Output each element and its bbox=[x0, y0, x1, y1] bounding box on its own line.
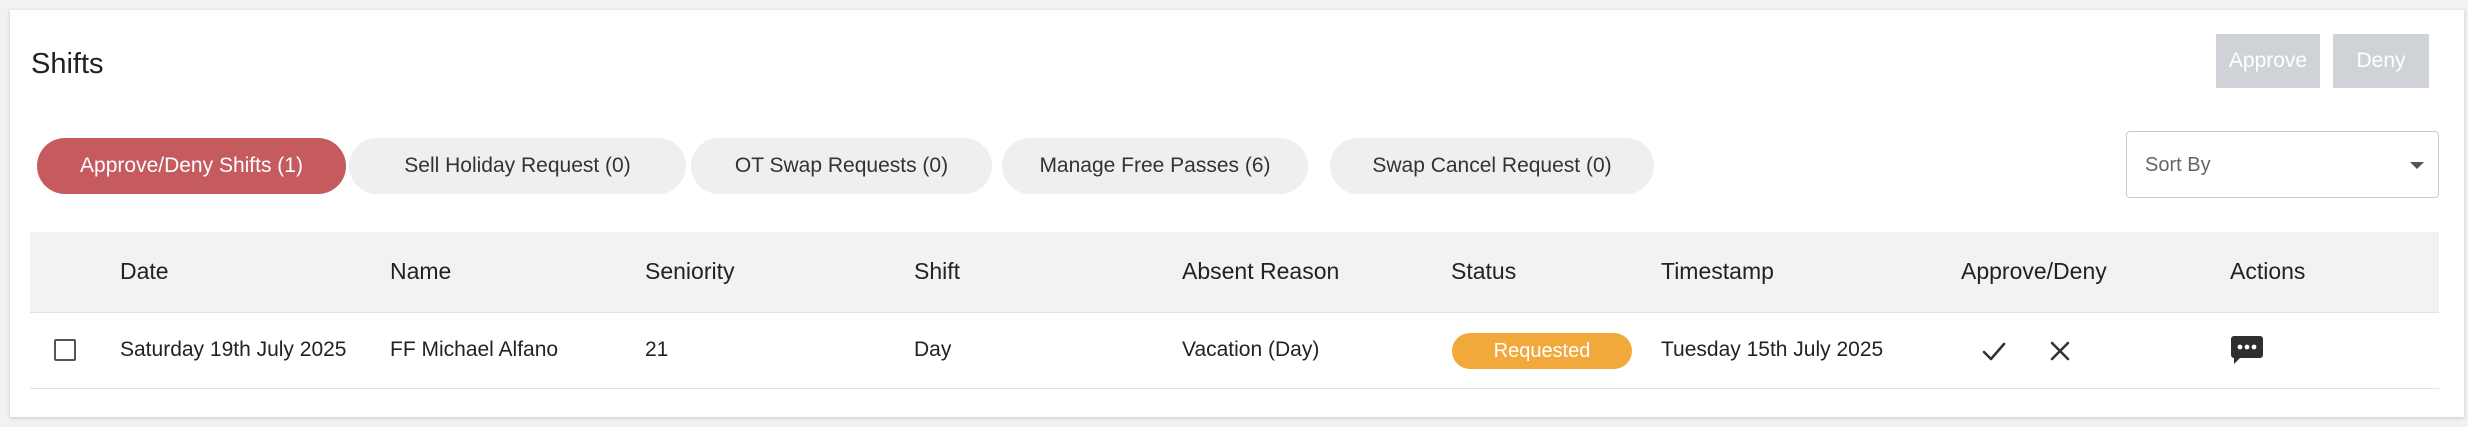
sort-by-select[interactable]: Sort By bbox=[2126, 131, 2439, 198]
tab-sell-holiday-request[interactable]: Sell Holiday Request (0) bbox=[349, 138, 686, 194]
cell-date: Saturday 19th July 2025 bbox=[120, 338, 347, 361]
tab-swap-cancel-request[interactable]: Swap Cancel Request (0) bbox=[1330, 138, 1654, 194]
shifts-table: Date Name Seniority Shift Absent Reason … bbox=[30, 232, 2439, 389]
cell-name: FF Michael Alfano bbox=[390, 338, 559, 361]
table-header: Date Name Seniority Shift Absent Reason … bbox=[30, 232, 2439, 313]
table-row: Saturday 19th July 2025 FF Michael Alfan… bbox=[30, 313, 2439, 389]
column-header-name[interactable]: Name bbox=[390, 258, 451, 285]
cell-seniority: 21 bbox=[645, 338, 669, 361]
sort-by-placeholder: Sort By bbox=[2145, 154, 2211, 176]
column-header-status[interactable]: Status bbox=[1451, 258, 1516, 285]
page-title: Shifts bbox=[31, 48, 104, 80]
deny-button[interactable]: Deny bbox=[2333, 34, 2429, 88]
column-header-seniority[interactable]: Seniority bbox=[645, 258, 734, 285]
column-header-shift[interactable]: Shift bbox=[914, 258, 960, 285]
column-header-actions: Actions bbox=[2230, 258, 2306, 284]
comment-icon[interactable] bbox=[2230, 334, 2264, 366]
check-icon[interactable] bbox=[1981, 339, 2007, 363]
chevron-down-icon bbox=[2410, 162, 2424, 169]
column-header-timestamp[interactable]: Timestamp bbox=[1661, 258, 1774, 285]
column-header-date[interactable]: Date bbox=[120, 258, 169, 285]
shifts-card: Shifts Approve Deny Approve/Deny Shifts … bbox=[10, 10, 2464, 417]
cell-shift: Day bbox=[914, 338, 952, 361]
column-header-approve-deny: Approve/Deny bbox=[1961, 258, 2107, 284]
tab-approve-deny-shifts[interactable]: Approve/Deny Shifts (1) bbox=[37, 138, 346, 194]
tab-manage-free-passes[interactable]: Manage Free Passes (6) bbox=[1002, 138, 1308, 194]
status-badge: Requested bbox=[1452, 333, 1632, 369]
row-checkbox[interactable] bbox=[54, 339, 76, 361]
column-header-absent-reason[interactable]: Absent Reason bbox=[1182, 258, 1339, 285]
cell-absent-reason: Vacation (Day) bbox=[1182, 338, 1320, 361]
close-icon[interactable] bbox=[2049, 340, 2071, 362]
cell-timestamp: Tuesday 15th July 2025 bbox=[1661, 338, 1884, 361]
tab-ot-swap-requests[interactable]: OT Swap Requests (0) bbox=[691, 138, 992, 194]
approve-button[interactable]: Approve bbox=[2216, 34, 2320, 88]
